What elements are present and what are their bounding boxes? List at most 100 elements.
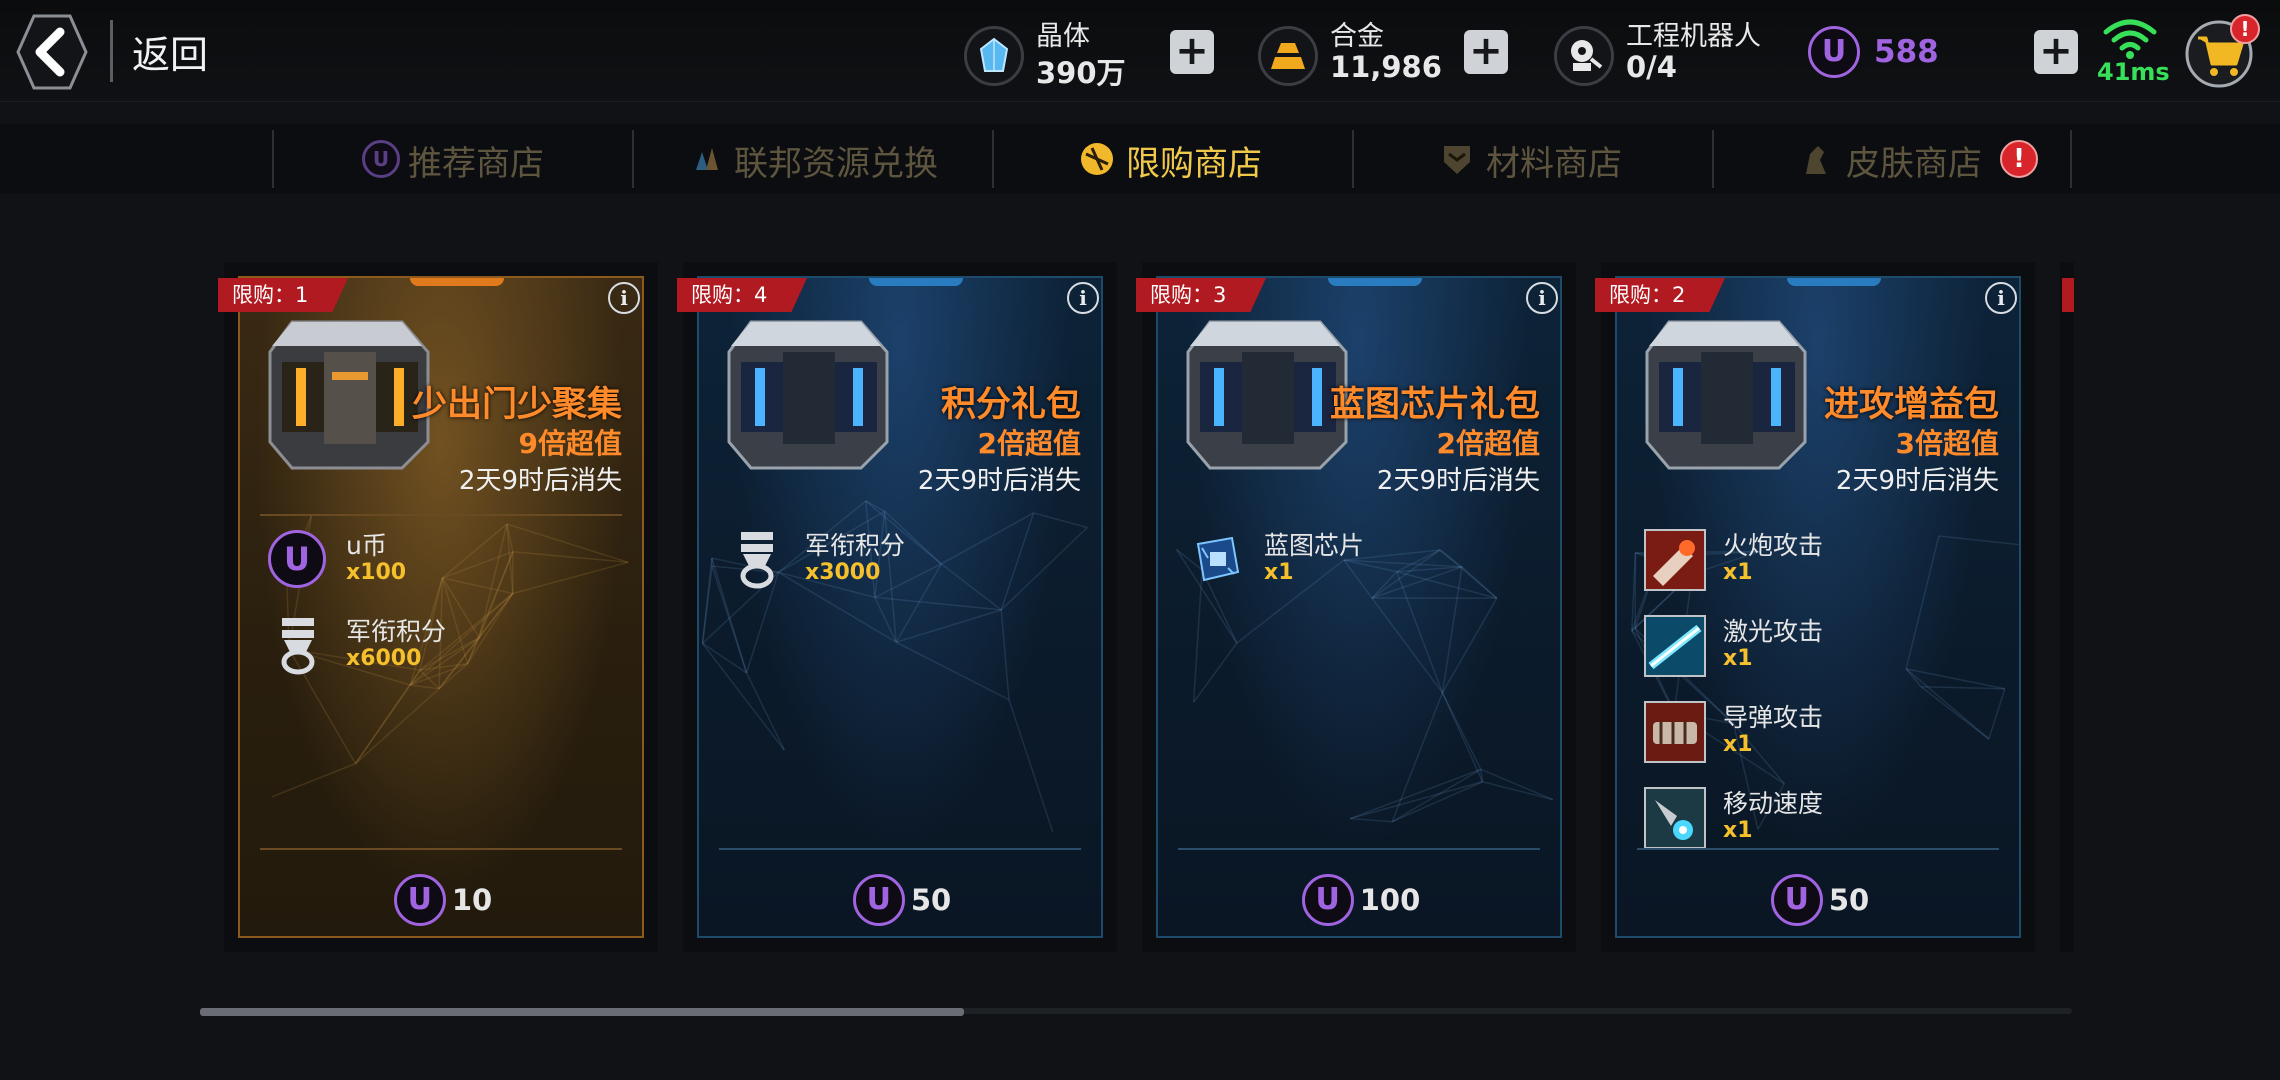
tab-federation-exchange[interactable]: 联邦资源兑换 [632, 124, 992, 194]
info-icon[interactable]: i [608, 282, 640, 314]
item-quantity: x1 [1264, 560, 1294, 585]
next-card-limit-tag [2062, 278, 2074, 312]
price-button[interactable]: U 50 [1617, 874, 2019, 930]
reward-item: U u币 x100 [260, 522, 620, 598]
scrollbar-thumb[interactable] [200, 1008, 964, 1016]
add-u-coin-button[interactable]: + [2034, 30, 2078, 74]
product-card[interactable]: 少出门少聚集 9倍超值 2天9时后消失 U u币 x100 军衔积分 x6000… [218, 262, 658, 952]
price-value: 10 [451, 883, 493, 917]
product-card[interactable]: 积分礼包 2倍超值 2天9时后消失 军衔积分 x3000 U 50 限购：4 i [677, 262, 1117, 952]
back-arrow-icon [16, 14, 88, 90]
blue-crate-icon [1639, 302, 1815, 472]
card-body: 积分礼包 2倍超值 2天9时后消失 军衔积分 x3000 U 50 [697, 276, 1103, 938]
tab-limited-shop[interactable]: 限购商店 [992, 124, 1352, 194]
card-top-glow [869, 278, 963, 286]
reward-item: 军衔积分 x6000 [260, 608, 620, 684]
reward-item: 激光攻击 x1 [1637, 608, 1997, 684]
card-top-glow [1787, 278, 1881, 286]
next-card-peek[interactable] [2060, 262, 2074, 952]
u-coin-icon: U [852, 874, 905, 926]
back-button[interactable] [14, 12, 88, 92]
add-crystal-button[interactable]: + [1170, 30, 1214, 74]
expire-timer: 2天9时后消失 [458, 466, 622, 496]
value-multiplier: 2倍超值 [977, 427, 1081, 460]
purchase-limit-tag: 限购：4 [677, 278, 807, 312]
card-body: 蓝图芯片礼包 2倍超值 2天9时后消失 蓝图芯片 x1 U 100 [1156, 276, 1562, 938]
tab-label: 联邦资源兑换 [734, 144, 938, 184]
expire-timer: 2天9时后消失 [1376, 466, 1540, 496]
reward-item: 蓝图芯片 x1 [1178, 522, 1538, 598]
tab-label: 材料商店 [1486, 144, 1622, 184]
u-coin-icon: U [362, 140, 400, 178]
tab-skin-shop[interactable]: 皮肤商店 ! [1712, 124, 2072, 194]
price-button[interactable]: U 10 [240, 874, 642, 930]
item-quantity: x3000 [805, 560, 881, 585]
product-card[interactable]: 蓝图芯片礼包 2倍超值 2天9时后消失 蓝图芯片 x1 U 100 限购：3 i [1136, 262, 1576, 952]
alloy-value: 11,986 [1330, 50, 1442, 84]
tab-material-shop[interactable]: 材料商店 [1352, 124, 1712, 194]
alloy-icon [1258, 26, 1318, 86]
u-coin-icon: U [393, 874, 446, 926]
blue-crate-icon [721, 302, 897, 472]
value-multiplier: 3倍超值 [1895, 427, 1999, 460]
product-title: 进攻增益包 [1823, 385, 1999, 425]
tab-label: 皮肤商店 [1846, 144, 1982, 184]
value-multiplier: 2倍超值 [1436, 427, 1540, 460]
item-name: 火炮攻击 [1723, 531, 1824, 560]
product-card[interactable]: 进攻增益包 3倍超值 2天9时后消失 火炮攻击 x1 激光攻击 x1 导弹攻击 … [1595, 262, 2035, 952]
u-coin-icon: U [1808, 26, 1860, 78]
tab-recommended-shop[interactable]: U 推荐商店 [272, 124, 632, 194]
reward-item: 移动速度 x1 [1637, 780, 1997, 856]
cannon-attack-icon [1644, 529, 1706, 591]
card-body: 少出门少聚集 9倍超值 2天9时后消失 U u币 x100 军衔积分 x6000… [238, 276, 644, 938]
u-coin-icon: U [266, 528, 330, 592]
cart-button[interactable]: ! [2184, 14, 2260, 88]
price-value: 100 [1359, 883, 1421, 917]
laser-attack-icon [1644, 615, 1706, 677]
info-icon[interactable]: i [1526, 282, 1558, 314]
u-coin-icon: U [1770, 874, 1823, 926]
item-name: 导弹攻击 [1723, 703, 1824, 732]
material-icon [1444, 146, 1470, 174]
blueprint-chip-icon [1196, 536, 1240, 582]
item-name: 军衔积分 [346, 617, 447, 646]
card-divider [1178, 848, 1540, 850]
product-title: 少出门少聚集 [411, 385, 622, 425]
item-name: 移动速度 [1723, 789, 1824, 818]
info-icon[interactable]: i [1985, 282, 2017, 314]
card-top-glow [410, 278, 504, 286]
price-button[interactable]: U 50 [699, 874, 1101, 930]
top-bar: 返回 晶体 390万 + 合金 11,986 + 工程机器人 0/4 U 588… [0, 0, 2280, 102]
tab-label: 推荐商店 [408, 144, 544, 184]
card-divider [260, 514, 622, 516]
shop-tab-bar: U 推荐商店 联邦资源兑换 限购商店 材料商店 皮肤商店 ! [0, 124, 2280, 194]
item-name: 军衔积分 [805, 531, 906, 560]
rank-medal-icon [281, 618, 315, 675]
back-divider [110, 20, 113, 82]
tab-separator [632, 130, 634, 188]
back-label[interactable]: 返回 [132, 24, 208, 79]
price-button[interactable]: U 100 [1158, 874, 1560, 930]
purchase-limit-tag: 限购：2 [1595, 278, 1725, 312]
purchase-limit-tag: 限购：3 [1136, 278, 1266, 312]
item-quantity: x6000 [346, 646, 422, 671]
purchase-limit-tag: 限购：1 [218, 278, 348, 312]
cart-badge: ! [2230, 14, 2260, 44]
tab-right-edge [2070, 130, 2072, 188]
expire-timer: 2天9时后消失 [1835, 466, 1999, 496]
info-icon[interactable]: i [1067, 282, 1099, 314]
u-coin-icon: U [1301, 874, 1354, 926]
tab-separator [1712, 130, 1714, 188]
item-quantity: x1 [1723, 646, 1753, 671]
crystal-name: 晶体 [1036, 21, 1090, 52]
u-coin-value: 588 [1874, 34, 1939, 70]
ping-value: 41ms [2097, 58, 2170, 86]
add-alloy-button[interactable]: + [1464, 30, 1508, 74]
item-quantity: x1 [1723, 732, 1753, 757]
card-body: 进攻增益包 3倍超值 2天9时后消失 火炮攻击 x1 激光攻击 x1 导弹攻击 … [1615, 276, 2021, 938]
tab-separator [992, 130, 994, 188]
price-value: 50 [1828, 883, 1870, 917]
missile-attack-icon [1644, 701, 1706, 763]
card-divider [260, 848, 622, 850]
robot-icon [1554, 26, 1614, 86]
